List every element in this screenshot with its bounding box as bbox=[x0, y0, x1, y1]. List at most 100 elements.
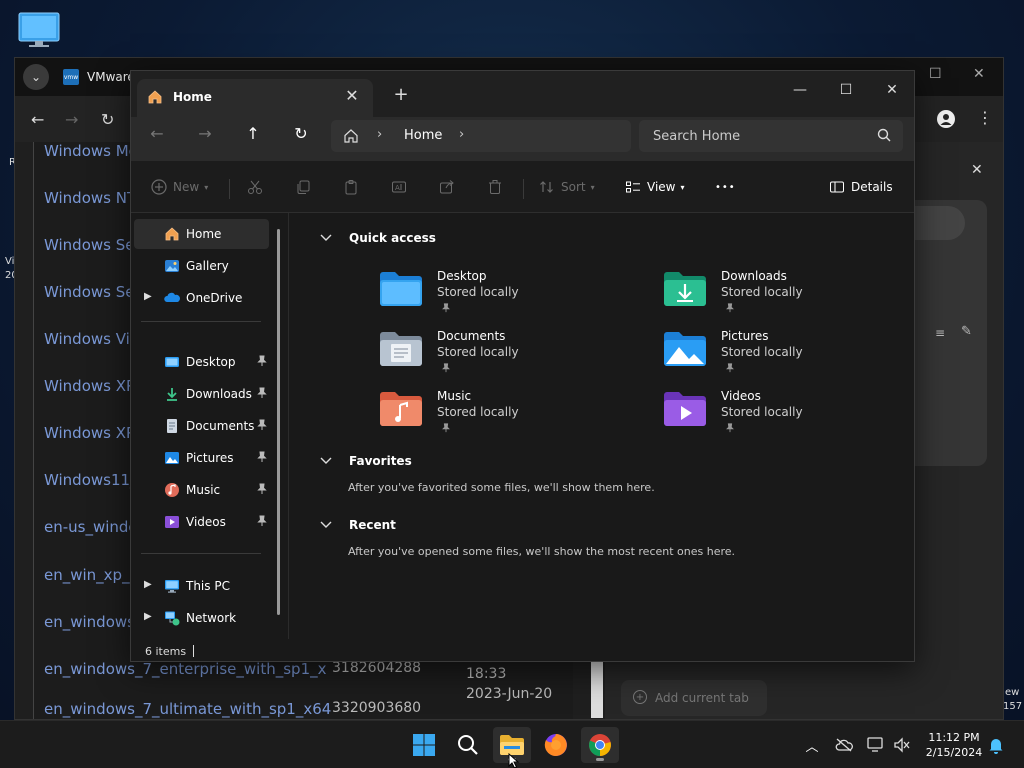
file-link[interactable]: en-us_windo bbox=[44, 518, 138, 536]
maximize-button[interactable]: ☐ bbox=[823, 75, 869, 105]
file-link[interactable]: Windows Se bbox=[44, 283, 134, 301]
search-icon bbox=[458, 735, 478, 755]
recent-header[interactable]: Recent bbox=[319, 518, 396, 532]
pictures-icon bbox=[165, 452, 179, 464]
browser-tab-title[interactable]: VMware bbox=[87, 70, 135, 84]
file-explorer-taskbar-button[interactable] bbox=[493, 727, 531, 768]
search-icon[interactable] bbox=[877, 128, 891, 142]
close-panel-icon[interactable]: ✕ bbox=[971, 162, 983, 178]
back-button[interactable]: ← bbox=[141, 119, 173, 147]
search-input[interactable] bbox=[653, 126, 863, 146]
reload-icon[interactable]: ↻ bbox=[101, 110, 114, 129]
minimize-button[interactable]: — bbox=[777, 75, 823, 105]
close-tab-icon[interactable]: ✕ bbox=[341, 85, 363, 107]
up-button[interactable]: ↑ bbox=[237, 119, 269, 147]
chrome-taskbar-button[interactable] bbox=[581, 727, 619, 763]
delete-button[interactable] bbox=[487, 175, 503, 199]
chevron-right-icon[interactable]: ▶ bbox=[144, 579, 152, 590]
start-button[interactable] bbox=[405, 727, 443, 763]
file-link[interactable]: en_windows_7_ultimate_with_sp1_x64 bbox=[44, 700, 331, 718]
forward-button[interactable]: → bbox=[189, 119, 221, 147]
file-link[interactable]: Windows XP bbox=[44, 424, 135, 442]
desktop-fragment-text: 157 bbox=[1003, 701, 1023, 712]
new-tab-button[interactable]: + bbox=[389, 84, 413, 108]
pin-icon bbox=[726, 363, 734, 373]
this-pc-desktop-icon[interactable] bbox=[18, 12, 60, 48]
notifications-button[interactable] bbox=[986, 735, 1006, 755]
file-link[interactable]: Windows11_ bbox=[44, 471, 138, 489]
desktop-fragment-text: ew bbox=[1005, 687, 1020, 698]
nav-item-videos[interactable]: Videos bbox=[134, 507, 269, 537]
copy-button[interactable] bbox=[295, 175, 311, 199]
share-button[interactable] bbox=[439, 175, 455, 199]
menu-kebab-icon[interactable]: ⋮ bbox=[977, 108, 993, 127]
quick-access-item-downloads[interactable]: Downloads Stored locally bbox=[663, 267, 913, 325]
sort-button[interactable]: Sort ▾ bbox=[539, 175, 595, 199]
file-link[interactable]: Windows Vis bbox=[44, 330, 138, 348]
chevron-right-icon[interactable]: › bbox=[459, 127, 464, 142]
firefox-taskbar-button[interactable] bbox=[537, 727, 575, 763]
quick-access-item-documents[interactable]: Documents Stored locally bbox=[379, 327, 629, 385]
more-options-button[interactable]: ••• bbox=[715, 175, 736, 199]
edit-pencil-icon[interactable]: ✎ bbox=[961, 324, 972, 339]
favorites-header[interactable]: Favorites bbox=[319, 454, 412, 468]
title-bar: Home ✕ + — ☐ ✕ bbox=[131, 71, 914, 117]
onedrive-tray-icon[interactable] bbox=[834, 735, 854, 755]
show-hidden-icons-button[interactable]: ︿ bbox=[802, 735, 822, 755]
network-tray-icon[interactable] bbox=[866, 735, 886, 755]
nav-item-desktop[interactable]: Desktop bbox=[134, 347, 269, 377]
pictures-folder-icon bbox=[664, 332, 706, 366]
nav-item-home[interactable]: Home bbox=[134, 219, 269, 249]
close-window-button[interactable]: ✕ bbox=[869, 75, 914, 105]
file-link[interactable]: Windows XP bbox=[44, 377, 135, 395]
list-icon[interactable]: ≡ bbox=[935, 326, 945, 340]
nav-scrollbar[interactable] bbox=[277, 229, 280, 615]
maximize-icon[interactable]: ☐ bbox=[929, 66, 942, 82]
close-icon[interactable]: ✕ bbox=[973, 66, 985, 82]
tab-list-button[interactable]: ⌄ bbox=[23, 64, 49, 90]
profile-icon[interactable] bbox=[933, 106, 959, 132]
nav-item-pictures[interactable]: Pictures bbox=[134, 443, 269, 473]
cut-button[interactable] bbox=[247, 175, 263, 199]
scrollbar-thumb[interactable] bbox=[591, 658, 603, 718]
nav-label: Home bbox=[186, 227, 222, 241]
add-current-tab-button[interactable]: + Add current tab bbox=[621, 680, 767, 716]
nav-item-onedrive[interactable]: ▶ OneDrive bbox=[134, 283, 269, 313]
nav-item-downloads[interactable]: Downloads bbox=[134, 379, 269, 409]
paste-button[interactable] bbox=[343, 175, 359, 199]
view-button[interactable]: View ▾ bbox=[625, 175, 685, 199]
nav-item-network[interactable]: ▶ Network bbox=[134, 603, 269, 633]
new-button[interactable]: New ▾ bbox=[151, 175, 208, 199]
volume-tray-icon[interactable] bbox=[892, 735, 912, 755]
rename-button[interactable]: A bbox=[391, 175, 407, 199]
file-link[interactable]: Windows Me bbox=[44, 142, 138, 160]
quick-access-header[interactable]: Quick access bbox=[319, 231, 436, 245]
clock[interactable]: 11:12 PM 2/15/2024 bbox=[914, 730, 994, 760]
tab-home[interactable]: Home ✕ bbox=[137, 79, 373, 117]
address-bar[interactable]: › Home › bbox=[331, 120, 631, 152]
file-link[interactable]: en_windows_7_enterprise_with_sp1_x bbox=[44, 660, 327, 678]
search-button[interactable] bbox=[449, 727, 487, 763]
back-arrow-icon[interactable]: ← bbox=[31, 110, 44, 129]
quick-access-item-desktop[interactable]: Desktop Stored locally bbox=[379, 267, 629, 325]
chrome-icon bbox=[589, 734, 611, 756]
details-pane-button[interactable]: Details bbox=[829, 175, 893, 199]
plus-icon: + bbox=[633, 690, 647, 704]
file-link[interactable]: en_windows_ bbox=[44, 613, 142, 631]
command-bar: New ▾ A Sort ▾ View ▾ ••• Details bbox=[131, 161, 914, 213]
chevron-right-icon[interactable]: ▶ bbox=[144, 291, 152, 302]
breadcrumb-home[interactable]: Home bbox=[404, 128, 442, 143]
file-link[interactable]: en_win_xp_p bbox=[44, 566, 139, 584]
file-link[interactable]: Windows NT bbox=[44, 189, 136, 207]
chevron-right-icon[interactable]: ▶ bbox=[144, 611, 152, 622]
nav-item-documents[interactable]: Documents bbox=[134, 411, 269, 441]
quick-access-item-videos[interactable]: Videos Stored locally bbox=[663, 387, 913, 445]
forward-arrow-icon[interactable]: → bbox=[65, 110, 78, 129]
file-link[interactable]: Windows Se bbox=[44, 236, 134, 254]
refresh-button[interactable]: ↻ bbox=[285, 119, 317, 147]
nav-item-music[interactable]: Music bbox=[134, 475, 269, 505]
nav-item-this-pc[interactable]: ▶ This PC bbox=[134, 571, 269, 601]
quick-access-item-music[interactable]: Music Stored locally bbox=[379, 387, 629, 445]
nav-item-gallery[interactable]: Gallery bbox=[134, 251, 269, 281]
quick-access-item-pictures[interactable]: Pictures Stored locally bbox=[663, 327, 913, 385]
